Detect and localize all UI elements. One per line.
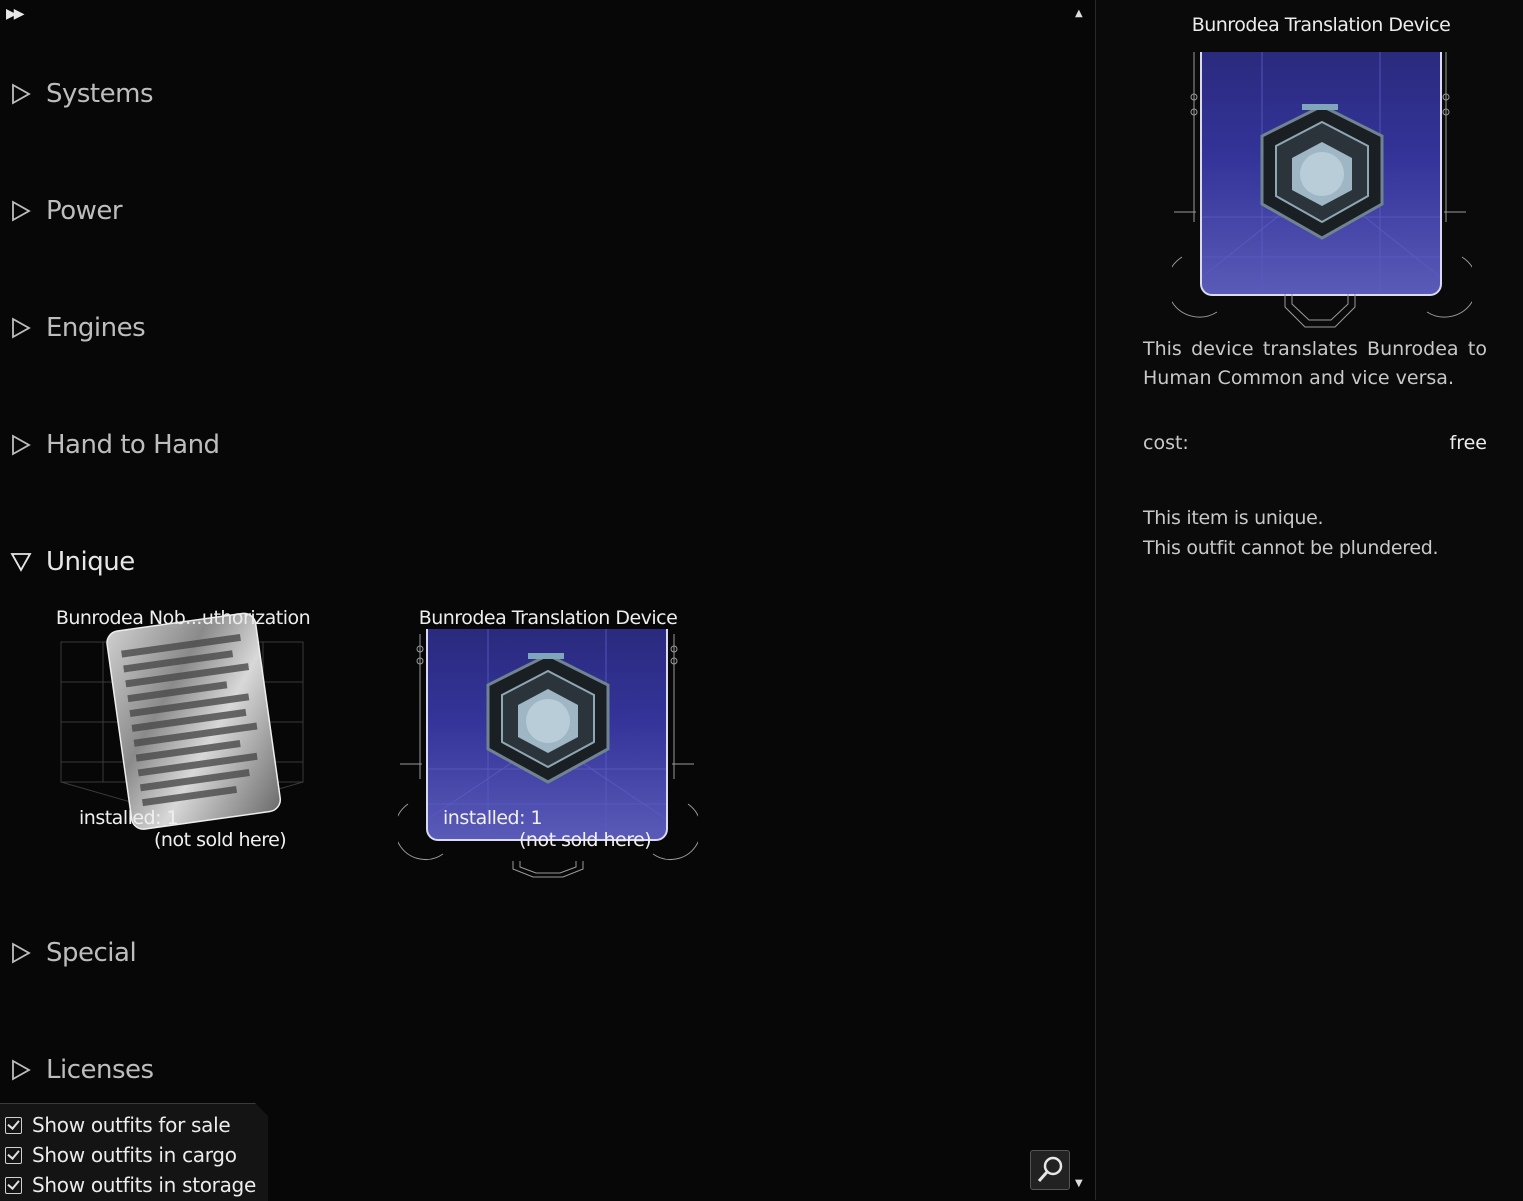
search-button[interactable] [1030, 1150, 1070, 1190]
category-power[interactable]: Power [10, 193, 123, 229]
filter-panel: Show outfits for sale Show outfits in ca… [0, 1103, 268, 1201]
outfit-name: Bunrodea Translation Device [418, 607, 678, 629]
category-label: Hand to Hand [46, 430, 220, 460]
filter-in-cargo[interactable]: Show outfits in cargo [5, 1141, 237, 1169]
outfit-item-translation-device[interactable]: Bunrodea Translation Device installed: 1… [398, 607, 698, 878]
cost-label: cost: [1143, 432, 1189, 454]
category-label: Licenses [46, 1055, 154, 1085]
installed-count: installed: 1 [443, 807, 543, 829]
category-label: Unique [46, 547, 135, 577]
checkbox-checked-icon[interactable] [5, 1176, 22, 1194]
scroll-down-arrow[interactable]: ▼ [1075, 1178, 1083, 1189]
category-hand-to-hand[interactable]: Hand to Hand [10, 427, 220, 463]
triangle-right-icon [12, 942, 31, 964]
plunder-note: This outfit cannot be plundered. [1143, 537, 1439, 559]
outfit-detail-panel: Bunrodea Translation Device This device … [1095, 0, 1523, 1200]
detail-description: This device translates Bunrodea to Human… [1143, 338, 1487, 389]
category-unique[interactable]: Unique [10, 544, 135, 580]
triangle-right-icon [12, 1059, 31, 1081]
scroll-up-arrow[interactable]: ▲ [1075, 8, 1083, 19]
triangle-right-icon [12, 200, 31, 222]
filter-for-sale[interactable]: Show outfits for sale [5, 1111, 231, 1139]
translation-device-icon [1260, 104, 1384, 240]
outfit-list-panel: ▶▶ ▲ Systems Power Engines Hand to Hand … [0, 0, 1094, 1201]
silver-plaque-icon [106, 612, 282, 830]
unique-note: This item is unique. [1143, 507, 1324, 529]
triangle-right-icon [12, 317, 31, 339]
filter-in-storage[interactable]: Show outfits in storage [5, 1171, 256, 1199]
cost-value: free [1449, 432, 1487, 454]
category-label: Special [46, 938, 137, 968]
availability-status: (not sold here) [154, 829, 287, 851]
triangle-right-icon [12, 434, 31, 456]
filter-label: Show outfits for sale [32, 1113, 231, 1137]
triangle-down-icon [10, 553, 32, 572]
fast-forward-icon[interactable]: ▶▶ [6, 6, 24, 22]
checkbox-checked-icon[interactable] [5, 1146, 22, 1164]
category-label: Systems [46, 79, 154, 109]
availability-status: (not sold here) [519, 829, 652, 851]
category-label: Power [46, 196, 123, 226]
category-special[interactable]: Special [10, 935, 137, 971]
category-licenses[interactable]: Licenses [10, 1052, 154, 1088]
outfit-item-nobility-authorization[interactable]: Bunrodea Nob...uthorization installed: 1… [33, 607, 333, 867]
category-systems[interactable]: Systems [10, 76, 154, 112]
outfit-name: Bunrodea Nob...uthorization [55, 607, 311, 629]
filter-label: Show outfits in cargo [32, 1143, 237, 1167]
checkbox-checked-icon[interactable] [5, 1116, 22, 1134]
filter-label: Show outfits in storage [32, 1173, 256, 1197]
category-engines[interactable]: Engines [10, 310, 146, 346]
triangle-right-icon [12, 83, 31, 105]
translation-device-icon [486, 653, 610, 784]
category-label: Engines [46, 313, 146, 343]
magnifier-icon [1037, 1156, 1063, 1182]
installed-count: installed: 1 [79, 807, 179, 829]
detail-title: Bunrodea Translation Device [1191, 14, 1451, 36]
